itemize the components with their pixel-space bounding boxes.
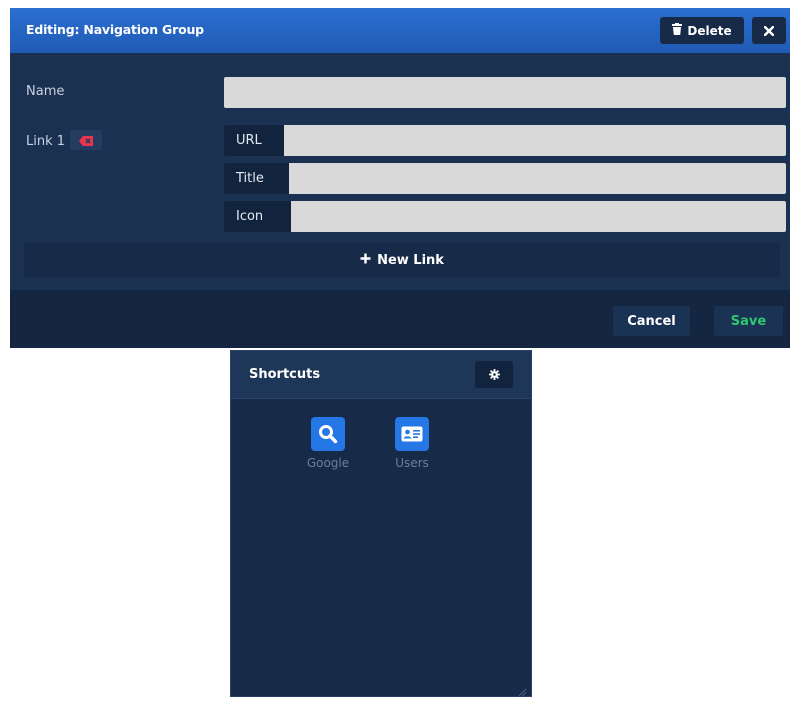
- modal-header: Editing: Navigation Group Delete: [10, 8, 790, 53]
- widget-header: Shortcuts: [231, 351, 531, 399]
- shortcuts-widget: Shortcuts Google Users: [230, 350, 532, 697]
- remove-link-button[interactable]: [70, 130, 102, 150]
- close-button[interactable]: [752, 17, 786, 44]
- url-addon: URL: [224, 125, 284, 156]
- modal-title: Editing: Navigation Group: [26, 22, 204, 37]
- id-card-icon: [395, 417, 429, 451]
- url-label: URL: [236, 133, 262, 148]
- trash-icon: [672, 23, 683, 38]
- close-icon: [763, 21, 775, 40]
- resize-handle-icon[interactable]: [517, 682, 527, 697]
- modal-footer: Cancel Save: [10, 290, 790, 348]
- url-input[interactable]: [284, 125, 786, 156]
- backspace-icon: [79, 131, 93, 150]
- gear-icon: [488, 365, 500, 384]
- widget-title: Shortcuts: [249, 367, 321, 382]
- shortcut-label: Google: [306, 456, 350, 470]
- icon-input[interactable]: [291, 201, 786, 232]
- widget-settings-button[interactable]: [475, 361, 513, 388]
- shortcut-google[interactable]: Google: [293, 417, 363, 470]
- link-1-label: Link 1: [26, 134, 66, 149]
- delete-button-label: Delete: [687, 23, 732, 38]
- icon-field-label: Icon: [236, 209, 264, 224]
- new-link-label: New Link: [377, 252, 444, 268]
- save-button[interactable]: Save: [714, 306, 783, 336]
- shortcut-users[interactable]: Users: [377, 417, 447, 470]
- icon-addon: Icon: [224, 201, 291, 232]
- name-input[interactable]: [224, 77, 786, 108]
- plus-icon: [360, 253, 371, 268]
- cancel-button[interactable]: Cancel: [613, 306, 690, 336]
- name-label: Name: [26, 84, 65, 99]
- shortcut-label: Users: [395, 456, 429, 470]
- title-addon: Title: [224, 163, 289, 194]
- search-icon: [311, 417, 345, 451]
- delete-button[interactable]: Delete: [660, 17, 744, 44]
- new-link-button[interactable]: New Link: [24, 243, 780, 277]
- title-input[interactable]: [289, 163, 786, 194]
- modal-body: Name Link 1 URL Title Icon New Link: [10, 53, 790, 290]
- edit-navigation-group-modal: Editing: Navigation Group Delete Name Li…: [10, 8, 790, 348]
- title-label: Title: [236, 171, 264, 186]
